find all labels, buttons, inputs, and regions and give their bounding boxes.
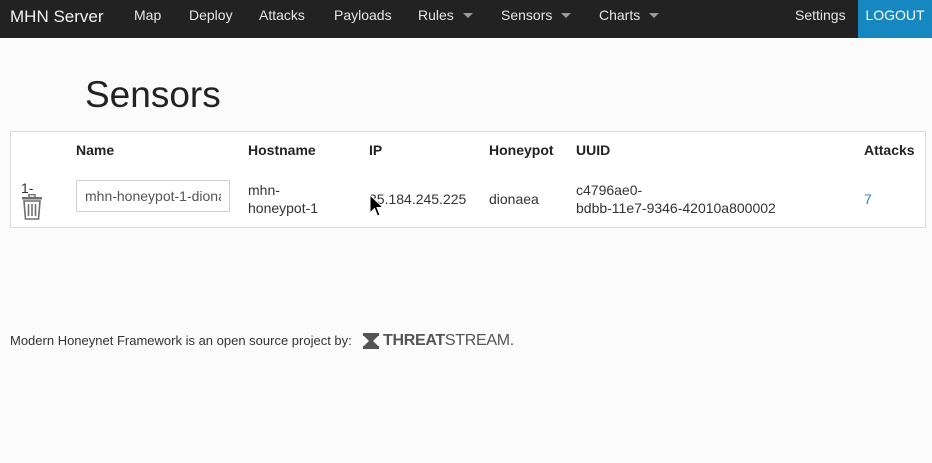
hostname-cell: mhn- honeypot-1 — [248, 181, 318, 217]
trash-icon[interactable] — [21, 194, 43, 220]
nav-sensors-label: Sensors — [501, 7, 553, 23]
chevron-down-icon — [561, 13, 572, 18]
sensors-table: Name Hostname IP Honeypot UUID Attacks 1… — [10, 131, 926, 228]
nav-attacks[interactable]: Attacks — [259, 0, 305, 38]
sensor-name-input[interactable] — [76, 180, 230, 212]
nav-map[interactable]: Map — [134, 0, 161, 38]
nav-rules-label: Rules — [418, 7, 454, 23]
logout-button[interactable]: LOGOUT — [858, 0, 932, 38]
threatstream-x-icon — [363, 333, 379, 349]
logo-text-light: STREAM. — [444, 332, 514, 349]
honeypot-cell: dionaea — [489, 191, 539, 207]
nav-charts-dropdown[interactable]: Charts — [599, 0, 660, 38]
attacks-count-link[interactable]: 7 — [864, 191, 872, 207]
top-navbar: MHN Server Map Deploy Attacks Payloads R… — [0, 0, 932, 38]
threatstream-logo[interactable]: THREATSTREAM. — [361, 331, 514, 351]
mouse-cursor-icon — [369, 194, 385, 217]
nav-charts-label: Charts — [599, 7, 641, 23]
brand-link[interactable]: MHN Server — [10, 0, 104, 38]
header-attacks: Attacks — [864, 142, 915, 158]
nav-settings[interactable]: Settings — [795, 0, 846, 38]
nav-deploy[interactable]: Deploy — [189, 0, 233, 38]
nav-payloads[interactable]: Payloads — [334, 0, 392, 38]
header-hostname: Hostname — [248, 142, 316, 158]
uuid-cell: c4796ae0- bdbb-11e7-9346-42010a800002 — [576, 181, 776, 217]
uuid-line-2: bdbb-11e7-9346-42010a800002 — [576, 200, 776, 216]
logo-wordmark: THREATSTREAM. — [383, 332, 514, 350]
header-honeypot: Honeypot — [489, 142, 554, 158]
hostname-line-2: honeypot-1 — [248, 200, 319, 216]
chevron-down-icon — [649, 13, 660, 18]
footer-text: Modern Honeynet Framework is an open sou… — [10, 333, 352, 348]
page-title: Sensors — [85, 74, 221, 115]
attacks-cell: 7 — [864, 190, 872, 208]
nav-rules-dropdown[interactable]: Rules — [418, 0, 473, 38]
header-ip: IP — [369, 142, 383, 158]
nav-sensors-dropdown[interactable]: Sensors — [501, 0, 572, 38]
hostname-line-1: mhn- — [248, 182, 280, 198]
logo-text-bold: THREAT — [383, 332, 445, 349]
chevron-down-icon — [462, 13, 473, 18]
uuid-line-1: c4796ae0- — [576, 182, 643, 198]
header-name: Name — [76, 142, 115, 158]
header-uuid: UUID — [576, 142, 611, 158]
